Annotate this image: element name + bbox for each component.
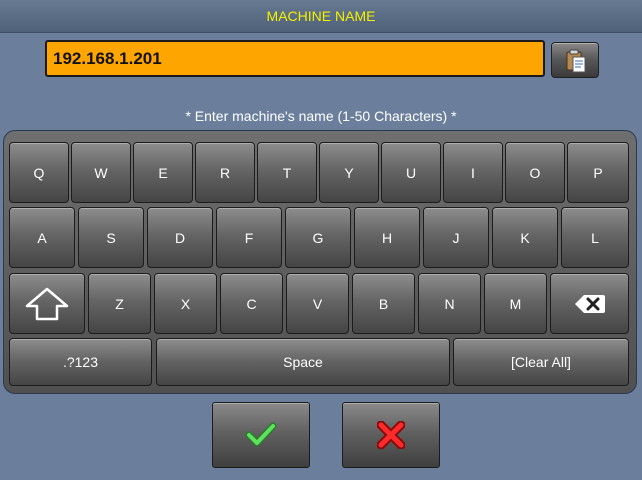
- symbols-key[interactable]: .?123: [9, 338, 152, 386]
- key-v[interactable]: V: [286, 273, 349, 334]
- key-a[interactable]: A: [9, 207, 75, 268]
- key-o[interactable]: O: [505, 142, 565, 203]
- key-t[interactable]: T: [257, 142, 317, 203]
- key-l[interactable]: L: [561, 207, 629, 268]
- key-b[interactable]: B: [352, 273, 415, 334]
- key-y[interactable]: Y: [319, 142, 379, 203]
- key-d[interactable]: D: [147, 207, 213, 268]
- key-q[interactable]: Q: [9, 142, 69, 203]
- backspace-icon: [574, 294, 605, 313]
- key-u[interactable]: U: [381, 142, 441, 203]
- window-title: MACHINE NAME: [0, 0, 642, 33]
- key-e[interactable]: E: [133, 142, 193, 203]
- key-c[interactable]: C: [220, 273, 283, 334]
- paste-button[interactable]: [551, 42, 599, 78]
- checkmark-icon: [246, 422, 276, 447]
- shift-key[interactable]: [9, 273, 85, 334]
- key-x[interactable]: X: [154, 273, 217, 334]
- key-h[interactable]: H: [354, 207, 420, 268]
- machine-name-input[interactable]: [45, 40, 545, 77]
- space-key[interactable]: Space: [156, 338, 450, 386]
- key-p[interactable]: P: [567, 142, 629, 203]
- key-m[interactable]: M: [484, 273, 547, 334]
- key-z[interactable]: Z: [88, 273, 151, 334]
- confirm-button[interactable]: [212, 402, 310, 468]
- key-w[interactable]: W: [71, 142, 131, 203]
- clipboard-icon: [566, 49, 586, 73]
- shift-arrow-icon: [25, 287, 69, 320]
- key-n[interactable]: N: [418, 273, 481, 334]
- onscreen-keyboard: Q W E R T Y U I O P A S D F G H J K L Z …: [3, 130, 637, 394]
- key-k[interactable]: K: [492, 207, 558, 268]
- cross-icon: [377, 421, 405, 449]
- key-j[interactable]: J: [423, 207, 489, 268]
- backspace-key[interactable]: [550, 273, 629, 334]
- clear-all-key[interactable]: [Clear All]: [453, 338, 629, 386]
- key-g[interactable]: G: [285, 207, 351, 268]
- input-hint: * Enter machine's name (1-50 Characters)…: [185, 108, 457, 124]
- key-f[interactable]: F: [216, 207, 282, 268]
- key-s[interactable]: S: [78, 207, 144, 268]
- key-i[interactable]: I: [443, 142, 503, 203]
- cancel-button[interactable]: [342, 402, 440, 468]
- key-r[interactable]: R: [195, 142, 255, 203]
